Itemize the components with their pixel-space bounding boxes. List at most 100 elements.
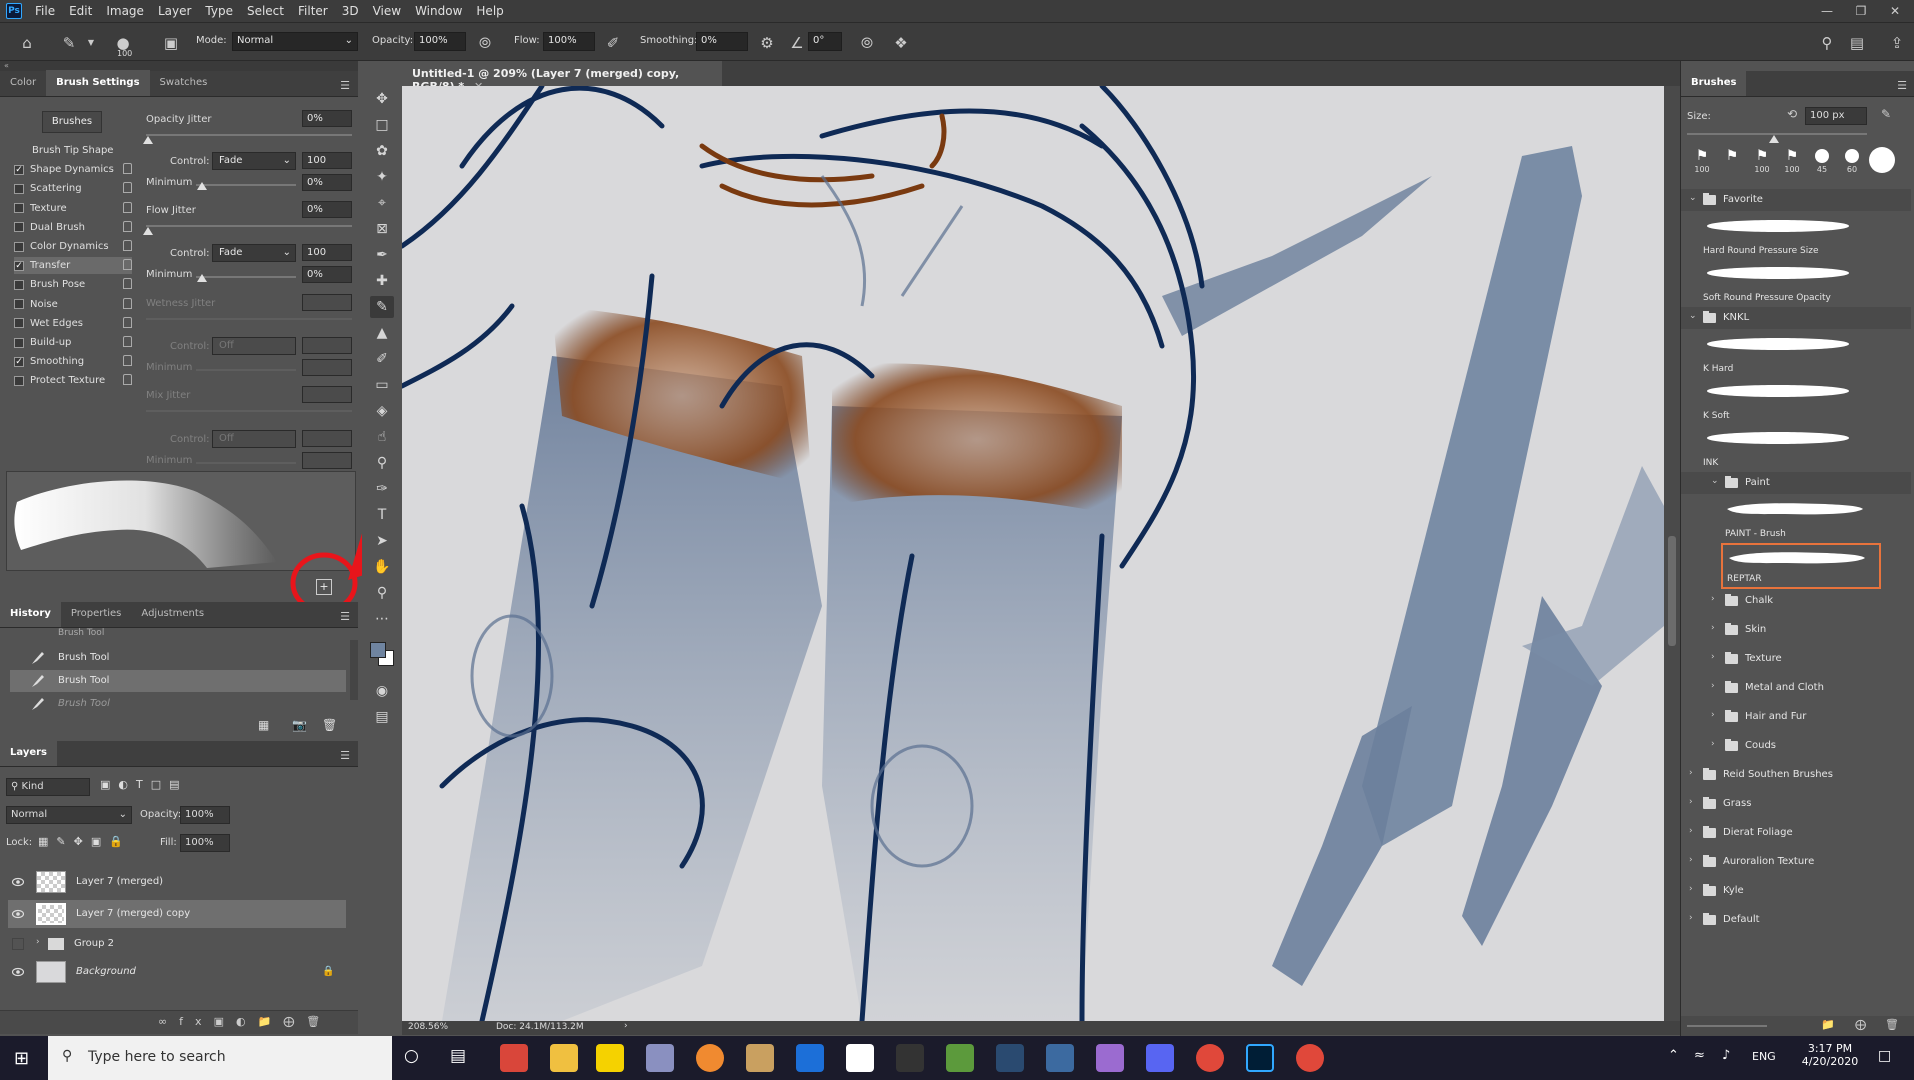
chevron-right-icon[interactable]: › [1711, 594, 1715, 604]
angle-input[interactable]: 0° [808, 32, 842, 51]
brush-setting-texture[interactable]: Texture [14, 200, 132, 217]
app-icon-7[interactable] [1046, 1044, 1074, 1072]
checkbox[interactable]: ✓ [14, 164, 24, 175]
brush-setting-wet-edges[interactable]: Wet Edges [14, 315, 132, 332]
brush-group-paint[interactable]: ⌄ Paint [1681, 472, 1911, 494]
lock-all-icon[interactable]: 🔒 [109, 835, 131, 848]
marquee-tool-icon[interactable]: □ [370, 114, 394, 136]
brush-group-reid-southen-brushes[interactable]: › Reid Southen Brushes [1681, 764, 1911, 786]
tab-color[interactable]: Color [0, 70, 46, 96]
menu-type[interactable]: Type [198, 4, 240, 18]
chevron-right-icon[interactable]: › [1689, 884, 1693, 894]
paint-app-icon[interactable] [646, 1044, 674, 1072]
menu-layer[interactable]: Layer [151, 4, 198, 18]
cortana-icon[interactable]: ○ [404, 1046, 419, 1066]
chevron-right-icon[interactable]: › [36, 937, 40, 947]
clock[interactable]: 3:17 PM 4/20/2020 [1800, 1042, 1860, 1068]
preview-size-slider[interactable] [1687, 1025, 1767, 1027]
gear-icon[interactable]: ⚙ [756, 32, 778, 54]
mode-select[interactable]: Normal ⌄ [232, 32, 358, 51]
tab-swatches[interactable]: Swatches [150, 70, 218, 96]
brush-setting-brush-pose[interactable]: Brush Pose [14, 276, 132, 293]
layer-row[interactable]: Layer 7 (merged) copy [8, 900, 346, 928]
brush-setting-protect-texture[interactable]: Protect Texture [14, 372, 132, 389]
file-explorer-icon[interactable] [550, 1044, 578, 1072]
tab-brushes[interactable]: Brushes [1681, 70, 1747, 96]
menu-select[interactable]: Select [240, 4, 291, 18]
taskbar-search-box[interactable]: ⚲ Type here to search [48, 1036, 392, 1080]
recent-brush-preset[interactable] [1867, 147, 1897, 181]
chrome-icon[interactable] [1296, 1044, 1324, 1072]
checkbox[interactable]: ✓ [14, 356, 24, 367]
chevron-down-icon[interactable]: ⌄ [1689, 193, 1697, 203]
brush-group-skin[interactable]: › Skin [1681, 619, 1911, 641]
brush-setting-shape-dynamics[interactable]: ✓ Shape Dynamics [14, 161, 132, 178]
pressure-opacity-icon[interactable]: ⦾ [474, 32, 496, 54]
menu-edit[interactable]: Edit [62, 4, 99, 18]
brush-group-kyle[interactable]: › Kyle [1681, 880, 1911, 902]
zoom-tool-icon[interactable]: ⚲ [370, 582, 394, 604]
windows-start-icon[interactable]: ⊞ [14, 1048, 29, 1069]
drawing-canvas[interactable] [402, 86, 1664, 1021]
lock-icon[interactable] [123, 201, 132, 213]
brush-group-metal-and-cloth[interactable]: › Metal and Cloth [1681, 677, 1911, 699]
menu-help[interactable]: Help [469, 4, 510, 18]
brush-preset-item[interactable]: K Soft [1699, 378, 1859, 424]
recent-brush-preset[interactable]: 45 [1807, 147, 1837, 181]
checkbox[interactable] [14, 241, 24, 252]
status-arrow-icon[interactable]: › [624, 1021, 628, 1031]
recent-brush-preset[interactable]: ⚑ 100 [1777, 147, 1807, 181]
folder-icon[interactable]: 📁 [258, 1015, 284, 1028]
lock-icon[interactable] [123, 374, 132, 386]
blend-mode-select[interactable]: Normal ⌄ [6, 806, 132, 824]
brush-setting-brush-tip-shape[interactable]: Brush Tip Shape [32, 142, 150, 159]
fill-input[interactable]: 100% [180, 834, 230, 852]
layer-row[interactable]: 🔒 Background [8, 958, 346, 986]
brush-preset-item[interactable]: Soft Round Pressure Opacity [1699, 260, 1859, 306]
tab-brush-settings[interactable]: Brush Settings [46, 70, 150, 96]
layer-filter-select[interactable]: ⚲ Kind [6, 778, 90, 796]
workspace-icon[interactable]: ▤ [1846, 32, 1868, 54]
brush-group-favorite[interactable]: ⌄ Favorite [1681, 189, 1911, 211]
wifi-icon[interactable]: ≈ [1694, 1048, 1705, 1063]
brush-group-dierat-foliage[interactable]: › Dierat Foliage [1681, 822, 1911, 844]
layer-filter-icons[interactable]: ▣◐T□▤ [100, 778, 188, 791]
slider-thumb[interactable] [143, 136, 153, 144]
brush-size-input[interactable]: 100 px [1805, 107, 1867, 125]
minimum-input-2[interactable]: 0% [302, 266, 352, 283]
brush-group-chalk[interactable]: › Chalk [1681, 590, 1911, 612]
panel-menu-icon[interactable]: ☰ [1897, 79, 1907, 92]
minimum-slider-2[interactable] [196, 276, 296, 278]
share-icon[interactable]: ⇪ [1886, 32, 1908, 54]
control-select-2[interactable]: Fade ⌄ [212, 244, 296, 262]
chevron-right-icon[interactable]: › [1689, 855, 1693, 865]
chevron-right-icon[interactable]: › [1711, 681, 1715, 691]
chevron-right-icon[interactable]: › [1711, 739, 1715, 749]
folder-icon[interactable]: 📁 [1821, 1018, 1835, 1031]
smudge-tool-icon[interactable]: ☝ [370, 426, 394, 448]
type-filter-icon[interactable]: T [136, 778, 151, 791]
fx-icon[interactable]: fx [179, 1015, 213, 1028]
brush-setting-transfer[interactable]: ✓ Transfer [14, 257, 132, 275]
discord-icon[interactable] [1146, 1044, 1174, 1072]
menu-view[interactable]: View [366, 4, 408, 18]
trash-icon[interactable]: 🗑 [1885, 1018, 1899, 1031]
tab-properties[interactable]: Properties [61, 601, 132, 627]
opacity-jitter-slider[interactable] [146, 134, 352, 136]
lock-icon[interactable] [123, 355, 132, 367]
eraser-tool-icon[interactable]: ▭ [370, 374, 394, 396]
home-icon[interactable]: ⌂ [16, 32, 38, 54]
minimum-input-1[interactable]: 0% [302, 174, 352, 191]
chevron-right-icon[interactable]: › [1689, 768, 1693, 778]
brush-group-hair-and-fur[interactable]: › Hair and Fur [1681, 706, 1911, 728]
checkbox[interactable] [14, 318, 24, 329]
chevron-right-icon[interactable]: › [1711, 623, 1715, 633]
brushes-button[interactable]: Brushes [42, 111, 102, 133]
recent-brush-preset[interactable]: ⚑ [1717, 147, 1747, 181]
brush-preset-item[interactable]: REPTAR [1721, 543, 1881, 589]
checkbox[interactable] [14, 203, 24, 214]
recent-brush-preset[interactable]: 60 [1837, 147, 1867, 181]
lock-icon[interactable] [123, 297, 132, 309]
checkbox[interactable] [14, 222, 24, 233]
steam-icon[interactable] [996, 1044, 1024, 1072]
